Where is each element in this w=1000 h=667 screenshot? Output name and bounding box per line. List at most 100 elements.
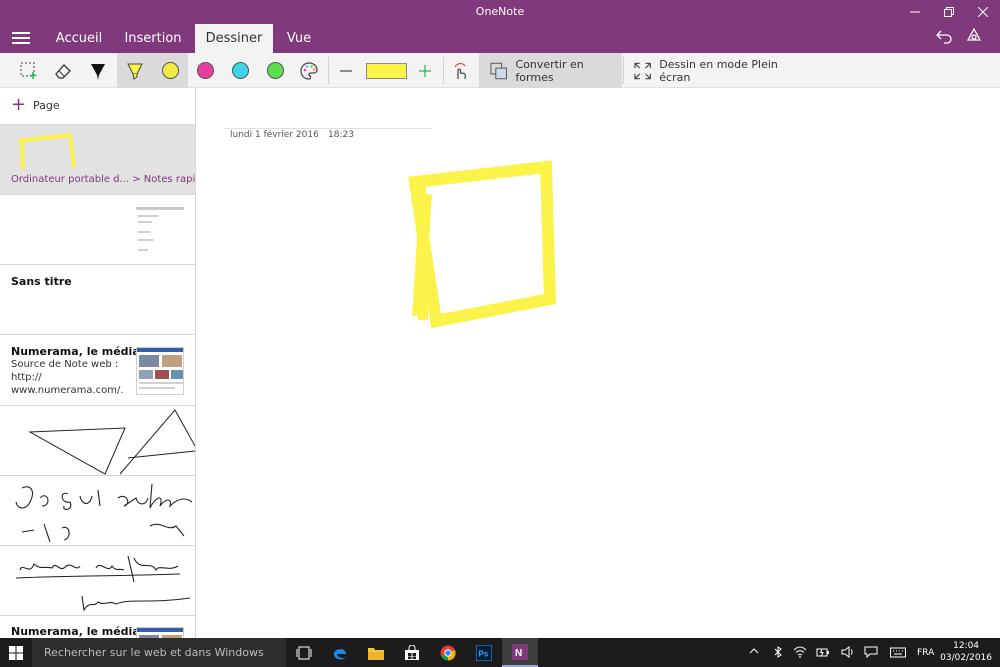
lasso-select-icon bbox=[20, 62, 37, 79]
battery-icon bbox=[816, 648, 829, 657]
page-item[interactable]: Numerama, le média... bbox=[0, 615, 195, 638]
edge-icon bbox=[334, 648, 346, 659]
sync-button[interactable] bbox=[962, 27, 986, 48]
page-item[interactable] bbox=[0, 475, 195, 545]
chevron-up-icon bbox=[749, 648, 759, 654]
page-thumbnail bbox=[136, 203, 184, 257]
show-hidden-icons-button[interactable] bbox=[749, 646, 759, 659]
palette-icon bbox=[300, 61, 318, 80]
ribbon-tab-bar: Accueil Insertion Dessiner Vue bbox=[0, 24, 1000, 53]
fullscreen-icon bbox=[634, 62, 651, 79]
yellow-circle-icon bbox=[161, 62, 179, 79]
start-button[interactable] bbox=[0, 638, 32, 667]
page-thumbnail-handwriting bbox=[15, 555, 191, 612]
lasso-select-button[interactable] bbox=[12, 53, 46, 88]
folder-icon bbox=[368, 647, 384, 660]
add-page-button[interactable]: + Page bbox=[0, 88, 195, 124]
eraser-icon bbox=[55, 63, 71, 79]
color-swatch-green[interactable] bbox=[258, 53, 292, 88]
pink-circle-icon bbox=[196, 62, 214, 79]
draw-ribbon: Convertir en formes Dessin en mode Plein… bbox=[0, 53, 1000, 88]
onenote-taskbar-button[interactable]: N bbox=[502, 638, 538, 667]
page-item[interactable]: Ordinateur portable d... > Notes rapides bbox=[0, 124, 195, 194]
close-icon bbox=[978, 7, 988, 17]
page-list-sidebar: + Page Ordinateur portable d... > Notes … bbox=[0, 88, 196, 638]
page-thumbnail-drawing bbox=[17, 132, 76, 170]
volume-button[interactable] bbox=[841, 646, 855, 661]
increase-thickness-button[interactable] bbox=[412, 53, 438, 88]
bluetooth-icon bbox=[774, 646, 782, 658]
page-item[interactable] bbox=[0, 545, 195, 615]
page-title: Numerama, le média... bbox=[11, 345, 153, 358]
color-swatch-pink[interactable] bbox=[188, 53, 222, 88]
photoshop-button[interactable]: Ps bbox=[466, 638, 502, 667]
tab-insertion[interactable]: Insertion bbox=[118, 24, 188, 53]
thickness-preview bbox=[360, 53, 412, 88]
highlighter-square-stroke[interactable] bbox=[408, 160, 557, 329]
network-status-button[interactable] bbox=[793, 646, 807, 661]
fullscreen-draw-button[interactable]: Dessin en mode Plein écran bbox=[626, 53, 806, 88]
keyboard-button[interactable] bbox=[890, 646, 906, 661]
title-bar: OneNote bbox=[0, 0, 1000, 24]
bluetooth-button[interactable] bbox=[773, 646, 783, 661]
add-icon: + bbox=[11, 94, 27, 115]
minimize-button[interactable] bbox=[898, 0, 932, 24]
notification-icon bbox=[864, 646, 878, 659]
tab-dessiner[interactable]: Dessiner bbox=[195, 24, 273, 53]
taskbar-clock[interactable]: 12:04 03/02/2016 bbox=[940, 640, 992, 664]
page-thumbnail bbox=[136, 347, 184, 395]
note-canvas[interactable]: lundi 1 février 2016 18:23 bbox=[196, 88, 1000, 638]
taskbar-search-box[interactable]: Rechercher sur le web et dans Windows bbox=[32, 638, 286, 667]
eraser-button[interactable] bbox=[46, 53, 80, 88]
action-center-button[interactable] bbox=[864, 646, 878, 661]
keyboard-icon bbox=[890, 647, 906, 658]
page-title: Numerama, le média... bbox=[11, 625, 153, 638]
page-item[interactable]: Numerama, le média... Source de Note web… bbox=[0, 334, 195, 405]
touch-draw-button[interactable] bbox=[446, 53, 476, 88]
page-item[interactable] bbox=[0, 194, 195, 264]
highlighter-button[interactable] bbox=[117, 53, 152, 88]
clock-date: 03/02/2016 bbox=[940, 653, 992, 663]
input-language-indicator[interactable]: FRA bbox=[917, 648, 934, 658]
color-swatch-cyan[interactable] bbox=[223, 53, 257, 88]
speaker-icon bbox=[841, 646, 853, 658]
svg-text:N: N bbox=[515, 648, 522, 659]
convert-to-shapes-button[interactable]: Convertir en formes bbox=[479, 53, 622, 88]
page-item[interactable]: Sans titre bbox=[0, 264, 195, 334]
battery-button[interactable] bbox=[816, 646, 830, 661]
cyan-circle-icon bbox=[231, 62, 249, 79]
page-thumbnail bbox=[136, 627, 184, 638]
tab-accueil[interactable]: Accueil bbox=[48, 24, 110, 53]
undo-icon bbox=[936, 30, 952, 44]
page-item[interactable] bbox=[0, 405, 195, 475]
page-thumbnail-handwriting bbox=[15, 483, 193, 543]
color-palette-button[interactable] bbox=[292, 53, 326, 88]
edge-browser-button[interactable] bbox=[322, 638, 358, 667]
thickness-swatch bbox=[365, 62, 407, 79]
undo-button[interactable] bbox=[932, 28, 956, 48]
add-page-label: Page bbox=[33, 99, 60, 112]
onenote-icon: N bbox=[512, 643, 528, 660]
chrome-button[interactable] bbox=[430, 638, 466, 667]
store-button[interactable] bbox=[394, 638, 430, 667]
color-swatch-yellow[interactable] bbox=[152, 53, 188, 88]
ink-drawing[interactable] bbox=[196, 88, 1000, 638]
onenote-app: OneNote Accueil Insertion Dessiner Vue C… bbox=[0, 0, 1000, 667]
close-button[interactable] bbox=[966, 0, 1000, 24]
touch-draw-icon bbox=[454, 62, 466, 79]
tab-vue[interactable]: Vue bbox=[280, 24, 318, 53]
decrease-thickness-button[interactable] bbox=[333, 53, 359, 88]
hamburger-menu-icon[interactable] bbox=[12, 32, 30, 46]
restore-button[interactable] bbox=[932, 0, 966, 24]
highlighter-icon bbox=[126, 63, 143, 80]
store-icon bbox=[405, 644, 419, 660]
minimize-icon bbox=[910, 11, 920, 13]
page-breadcrumb: Ordinateur portable d... > Notes rapides bbox=[11, 174, 195, 185]
file-explorer-button[interactable] bbox=[358, 638, 394, 667]
convert-to-shapes-label: Convertir en formes bbox=[515, 57, 584, 84]
windows-taskbar: Rechercher sur le web et dans Windows Ps… bbox=[0, 638, 1000, 667]
fullscreen-draw-label: Dessin en mode Plein écran bbox=[659, 57, 778, 84]
task-view-button[interactable] bbox=[286, 638, 322, 667]
pen-button[interactable] bbox=[81, 53, 115, 88]
page-title: Sans titre bbox=[11, 275, 72, 288]
